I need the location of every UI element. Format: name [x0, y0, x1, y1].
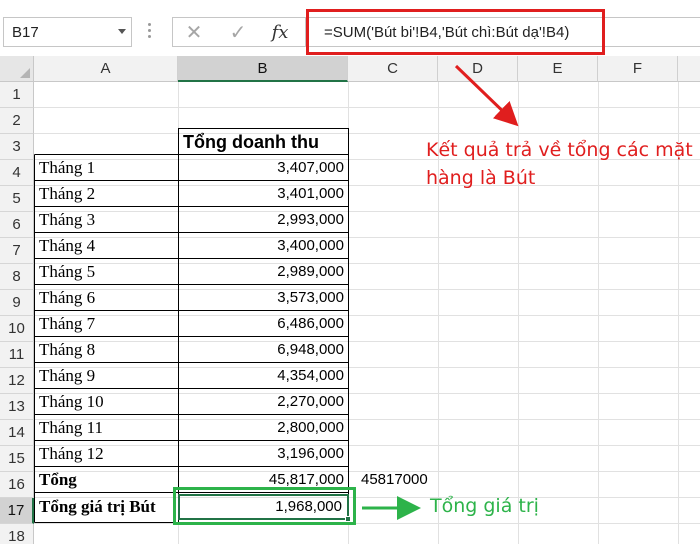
formula-buttons: ✕ ✓ fx: [172, 17, 306, 47]
row-header-16[interactable]: 16: [0, 472, 34, 498]
fx-icon[interactable]: fx: [267, 20, 293, 46]
row-header-12[interactable]: 12: [0, 368, 34, 394]
cell-a5[interactable]: Tháng 2: [35, 181, 178, 207]
cell-a4[interactable]: Tháng 1: [35, 155, 178, 181]
row-header-5[interactable]: 5: [0, 186, 34, 212]
row-header-14[interactable]: 14: [0, 420, 34, 446]
column-header-c[interactable]: C: [348, 56, 438, 82]
check-icon[interactable]: ✓: [225, 20, 251, 46]
cell-b14[interactable]: 2,800,000: [179, 415, 348, 441]
cell-a16[interactable]: Tổng: [35, 467, 178, 493]
cell-b11[interactable]: 6,948,000: [179, 337, 348, 363]
cell-a6[interactable]: Tháng 3: [35, 207, 178, 233]
row-header-13[interactable]: 13: [0, 394, 34, 420]
cell-b9[interactable]: 3,573,000: [179, 285, 348, 311]
result-highlight-box: [173, 487, 356, 525]
name-box-value: B17: [12, 24, 39, 41]
column-header-b[interactable]: B: [178, 56, 348, 82]
annotation-red: Kết quả trả về tổng các mặt hàng là Bút: [426, 139, 693, 189]
cell-a10[interactable]: Tháng 7: [35, 311, 178, 337]
row-header-4[interactable]: 4: [0, 160, 34, 186]
row-header-15[interactable]: 15: [0, 446, 34, 472]
gridline: [34, 523, 700, 524]
row-header-11[interactable]: 11: [0, 342, 34, 368]
cell-c16[interactable]: 45817000: [361, 467, 441, 493]
chevron-down-icon[interactable]: [118, 29, 126, 34]
cell-a15[interactable]: Tháng 12: [35, 441, 178, 467]
row-header-9[interactable]: 9: [0, 290, 34, 316]
cell-a8[interactable]: Tháng 5: [35, 259, 178, 285]
cell-b8[interactable]: 2,989,000: [179, 259, 348, 285]
column-header-d[interactable]: D: [438, 56, 518, 82]
column-header-g[interactable]: [678, 56, 700, 82]
cell-a11[interactable]: Tháng 8: [35, 337, 178, 363]
row-header-2[interactable]: 2: [0, 108, 34, 134]
cell-b12[interactable]: 4,354,000: [179, 363, 348, 389]
cell-b6[interactable]: 2,993,000: [179, 207, 348, 233]
row-header-18[interactable]: 18: [0, 524, 34, 544]
cell-a7[interactable]: Tháng 4: [35, 233, 178, 259]
formula-highlight-box: [306, 9, 605, 55]
gridline: [348, 82, 349, 544]
row-header-3[interactable]: 3: [0, 134, 34, 160]
column-header-a[interactable]: A: [34, 56, 178, 82]
cell-a13[interactable]: Tháng 10: [35, 389, 178, 415]
cell-b7[interactable]: 3,400,000: [179, 233, 348, 259]
cell-a9[interactable]: Tháng 6: [35, 285, 178, 311]
row-header-8[interactable]: 8: [0, 264, 34, 290]
cell-a12[interactable]: Tháng 9: [35, 363, 178, 389]
cell-b5[interactable]: 3,401,000: [179, 181, 348, 207]
row-header-10[interactable]: 10: [0, 316, 34, 342]
drag-handle-icon[interactable]: [148, 23, 152, 41]
select-all-button[interactable]: [0, 56, 34, 82]
row-header-6[interactable]: 6: [0, 212, 34, 238]
cell-b4[interactable]: 3,407,000: [179, 155, 348, 181]
cell-b13[interactable]: 2,270,000: [179, 389, 348, 415]
cell-a17[interactable]: Tổng giá trị Bút: [35, 494, 178, 520]
cell-a14[interactable]: Tháng 11: [35, 415, 178, 441]
row-header-7[interactable]: 7: [0, 238, 34, 264]
close-icon[interactable]: ✕: [181, 20, 207, 46]
column-header-e[interactable]: E: [518, 56, 598, 82]
name-box[interactable]: B17: [3, 17, 132, 47]
gridline: [34, 107, 700, 108]
annotation-green: Tổng giá trị: [430, 495, 539, 517]
cell-b10[interactable]: 6,486,000: [179, 311, 348, 337]
cell-b15[interactable]: 3,196,000: [179, 441, 348, 467]
cell-b3-header[interactable]: Tổng doanh thu: [179, 129, 348, 155]
gridline: [34, 133, 700, 134]
row-header-1[interactable]: 1: [0, 82, 34, 108]
row-header-17[interactable]: 17: [0, 498, 34, 524]
column-header-f[interactable]: F: [598, 56, 678, 82]
formula-bar-area: B17 ✕ ✓ fx =SUM('Bút bi'!B4,'Bút chì:Bút…: [0, 0, 700, 64]
